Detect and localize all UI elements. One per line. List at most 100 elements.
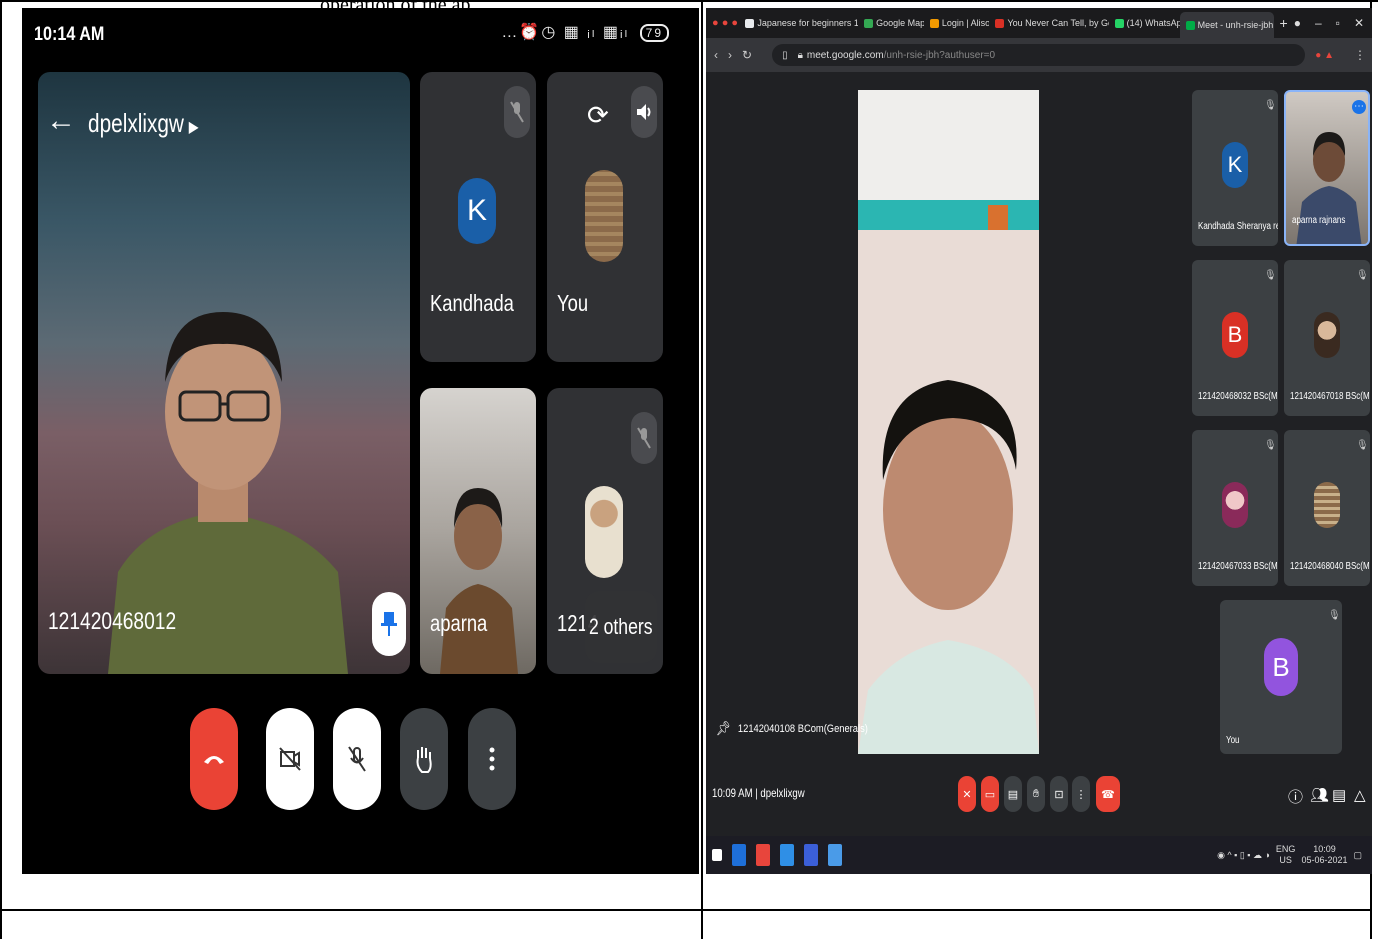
url-field[interactable]: ▯ 🔒︎ meet.google.com/unh-rsie-jbh?authuser… [772, 44, 1306, 66]
captions-icon: ▤ [1007, 788, 1019, 801]
tile-aparna[interactable]: ⋯ aparna rajnans [1284, 90, 1370, 246]
more-vertical-icon [489, 747, 495, 771]
participant-name: Kandhada Sheranya reddy [1198, 221, 1278, 232]
mic-icon: 🎙︎ [1356, 440, 1369, 451]
mic-off-button[interactable]: ✕ [958, 776, 976, 812]
extension-icons[interactable]: ● ▲ [1315, 50, 1344, 61]
mic-icon: 🎙︎ [1328, 610, 1341, 621]
tab-favicon-icon [745, 18, 755, 28]
notification-icon[interactable]: ▢ [1353, 850, 1362, 861]
battery-icon: 79 [639, 24, 669, 42]
switch-camera-icon[interactable]: ⟳ [587, 100, 609, 131]
raise-hand-button[interactable] [400, 708, 448, 810]
tile-121420467033[interactable]: 🎙︎ 121420467033 BSc(MSCs) [1192, 430, 1278, 586]
meeting-title[interactable]: dpelxlixgw ▶ [88, 108, 199, 139]
tile-kandhada-sheranya[interactable]: 🎙︎ K Kandhada Sheranya reddy [1192, 90, 1278, 246]
speaker-icon[interactable] [631, 86, 657, 138]
tab-japanese[interactable]: Japanese for beginners 1 - Hi [739, 12, 858, 34]
tab-alison[interactable]: Login | Alison [924, 12, 989, 34]
address-bar: ‹ › ↻ ▯ 🔒︎ meet.google.com/unh-rsie-jbh?au… [706, 38, 1372, 72]
hang-up-icon: ☎︎ [1101, 788, 1115, 801]
tile-121420468040[interactable]: 🎙︎ 121420468040 BSc(MPCs) [1284, 430, 1370, 586]
tile-121420467018[interactable]: 🎙︎ 121420467018 BSc(MSCs) [1284, 260, 1370, 416]
participant-name: You [557, 290, 589, 316]
info-icon[interactable]: ⓘ [1288, 786, 1303, 807]
tab-you-never-can-tell[interactable]: You Never Can Tell, by Georg [989, 12, 1109, 34]
captions-button[interactable]: ▤ [1004, 776, 1022, 812]
desktop-screenshot: ● ● ● Japanese for beginners 1 - Hi Goog… [706, 8, 1372, 874]
participant-name: 121420468032 BSc(MPCs) [1198, 391, 1278, 402]
maps-icon [864, 18, 874, 28]
reload-icon[interactable]: ↻ [742, 48, 752, 62]
avatar [585, 170, 623, 262]
tile-aparna[interactable]: aparna [420, 388, 536, 674]
back-icon[interactable]: ‹ [714, 48, 718, 62]
pin-icon [381, 612, 397, 636]
people-icon[interactable]: 👥︎ [1310, 786, 1329, 804]
tab-google-maps[interactable]: Google Maps [858, 12, 924, 34]
meet-icon [1185, 20, 1195, 30]
menu-icon[interactable]: ⋮ [1354, 48, 1372, 62]
hand-icon: ✋︎ [1032, 787, 1040, 800]
new-tab-icon[interactable]: + [1274, 15, 1294, 31]
activities-icon[interactable]: △ [1354, 786, 1366, 804]
mic-toggle-button[interactable] [333, 708, 381, 810]
more-options-button[interactable]: ⋮ [1072, 776, 1090, 812]
tab-meet[interactable]: Meet - unh-rsie-jbh× [1179, 12, 1274, 38]
camera-off-button[interactable]: ▭ [981, 776, 999, 812]
pin-button[interactable] [372, 592, 406, 656]
pin-icon: 📌︎ [716, 720, 732, 736]
mic-icon: 🎙︎ [1264, 100, 1277, 111]
camera-off-icon: ▭ [984, 788, 996, 801]
avatar: B [1222, 312, 1248, 358]
end-call-button[interactable] [190, 708, 238, 810]
tile-you[interactable]: ⟳ You [547, 72, 663, 362]
word-icon[interactable] [732, 844, 746, 866]
browser-menu-icons[interactable]: ● ● ● [706, 12, 739, 34]
tile-you[interactable]: 🎙︎ B You [1220, 600, 1342, 754]
more-vertical-icon: ⋮ [1075, 788, 1087, 801]
others-pill[interactable]: 2 others [585, 591, 657, 663]
minimize-icon[interactable]: – [1315, 16, 1322, 30]
close-window-icon[interactable]: ✕ [1354, 16, 1364, 30]
back-arrow-icon[interactable]: ← [46, 104, 76, 138]
tile-others[interactable]: 1214 2 others [547, 388, 663, 674]
alison-icon [929, 18, 939, 28]
windows-start-icon[interactable] [712, 849, 722, 861]
main-video-tile[interactable]: ← dpelxlixgw ▶ 121420468012 [38, 72, 410, 674]
chat-icon[interactable]: ▤ [1332, 786, 1346, 804]
tray-icons[interactable]: ◉ ^ ▪ ▯ ▪ ☁ ◑ [1217, 850, 1270, 861]
tile-kandhada[interactable]: K Kandhada [420, 72, 536, 362]
whatsapp-icon [1114, 18, 1124, 28]
more-options-button[interactable] [468, 708, 516, 810]
mic-icon: 🎙︎ [1264, 440, 1277, 451]
camera-toggle-button[interactable] [266, 708, 314, 810]
vscode-icon[interactable] [780, 844, 794, 866]
profile-icon[interactable]: ● [1294, 16, 1301, 30]
app-icon[interactable] [804, 844, 818, 866]
table-border-top [0, 0, 1378, 2]
language-indicator: ENG US [1275, 844, 1296, 865]
hang-up-icon [204, 756, 224, 764]
participant-name: 121420467018 BSc(MSCs) [1290, 391, 1370, 402]
brave-icon[interactable] [756, 844, 770, 866]
tab-whatsapp[interactable]: (14) WhatsApp [1109, 12, 1180, 34]
pinned-participant-label: 📌︎ 12142040108 BCom(Generals) [716, 720, 868, 736]
participant-name: aparna rajnans [1292, 215, 1346, 226]
avatar: B [1264, 638, 1298, 696]
lock-icon: 🔒︎ [797, 49, 803, 61]
maximize-icon[interactable]: ▫ [1336, 16, 1340, 30]
avatar: K [458, 178, 496, 244]
status-icons: …⏰◷ ▦ ᵢₗ ▦ᵢₗ 79 [501, 22, 669, 42]
participant-name: Kandhada [430, 290, 514, 316]
main-participant-name: 121420468012 [48, 608, 177, 635]
forward-icon[interactable]: › [728, 48, 732, 62]
photos-icon[interactable] [828, 844, 842, 866]
end-call-button[interactable]: ☎︎ [1096, 776, 1120, 812]
raise-hand-button[interactable]: ✋︎ [1027, 776, 1045, 812]
present-button[interactable]: ⊡ [1050, 776, 1068, 812]
tile-121420468032[interactable]: 🎙︎ B 121420468032 BSc(MPCs) [1192, 260, 1278, 416]
present-icon: ⊡ [1054, 788, 1064, 801]
participant-name: You [1226, 735, 1240, 746]
system-tray: ◉ ^ ▪ ▯ ▪ ☁ ◑ ENG US 10:09 05-06-2021 ▢ [1217, 844, 1372, 866]
